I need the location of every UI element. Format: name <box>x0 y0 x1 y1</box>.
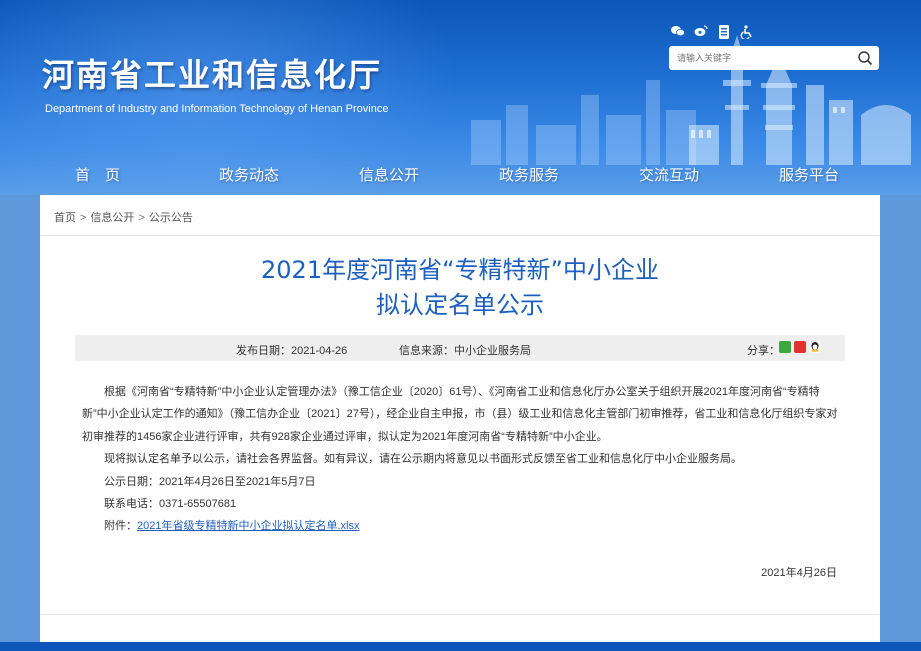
publish-date: 发布日期：2021-04-26 <box>236 345 348 357</box>
attachment-link[interactable]: 2021年省级专精特新中小企业拟认定名单.xlsx <box>137 520 359 532</box>
mobile-app-icon[interactable] <box>716 25 732 39</box>
wechat-icon[interactable] <box>670 25 686 39</box>
attachment-label: 附件： <box>104 520 137 533</box>
publicity-period: 公示日期：2021年4月26日至2021年5月7日 <box>104 475 316 488</box>
article-title-line2: 拟认定名单公示 <box>376 291 544 319</box>
article-title: 2021年度河南省“专精特新”中小企业 拟认定名单公示 <box>40 253 880 323</box>
nav-item-news[interactable]: 政务动态 <box>219 164 279 185</box>
share-icons <box>779 341 821 353</box>
contact-phone: 联系电话：0371-65507681 <box>104 498 237 511</box>
weibo-share-icon[interactable] <box>794 341 806 353</box>
breadcrumb-info-disclosure[interactable]: 信息公开 <box>90 212 134 224</box>
search-box <box>669 46 879 70</box>
article-meta-bar: 发布日期：2021-04-26 信息来源：中小企业服务局 分享： <box>75 335 845 361</box>
info-source: 信息来源：中小企业服务局 <box>399 345 531 357</box>
paragraph: 现将拟认定名单予以公示，请社会各界监督。如有异议，请在公示期内将意见以书面形式反… <box>104 453 742 466</box>
breadcrumb: 首页 > 信息公开 > 公示公告 <box>54 209 193 225</box>
nav-item-services[interactable]: 政务服务 <box>499 164 559 185</box>
site-header: 河南省工业和信息化厅 Department of Industry and In… <box>0 0 921 195</box>
accessibility-icon[interactable] <box>739 25 755 41</box>
nav-item-interaction[interactable]: 交流互动 <box>639 164 699 185</box>
article-body: 根据《河南省“专精特新”中小企业认定管理办法》（豫工信企业〔2020〕61号）、… <box>82 381 844 538</box>
site-title[interactable]: 河南省工业和信息化厅 <box>42 50 382 96</box>
site-subtitle: Department of Industry and Information T… <box>45 103 389 115</box>
main-nav: 首 页 政务动态 信息公开 政务服务 交流互动 服务平台 <box>0 160 921 192</box>
card-divider <box>40 614 880 615</box>
paragraph: 根据《河南省“专精特新”中小企业认定管理办法》（豫工信企业〔2020〕61号）、… <box>82 386 838 443</box>
nav-item-info-disclosure[interactable]: 信息公开 <box>359 164 419 185</box>
breadcrumb-separator: > <box>80 212 87 224</box>
breadcrumb-divider <box>40 235 880 236</box>
weibo-icon[interactable] <box>693 25 709 39</box>
breadcrumb-separator: > <box>138 212 145 224</box>
signature-date: 2021年4月26日 <box>761 567 837 579</box>
share-label: 分享： <box>747 345 780 357</box>
article-title-line1: 2021年度河南省“专精特新”中小企业 <box>261 256 659 284</box>
footer-bar <box>0 642 921 651</box>
nav-item-service-platform[interactable]: 服务平台 <box>779 164 839 185</box>
breadcrumb-home[interactable]: 首页 <box>54 212 76 224</box>
search-input[interactable] <box>677 50 847 66</box>
search-icon[interactable] <box>857 50 873 66</box>
utility-icons <box>670 25 755 41</box>
nav-item-home[interactable]: 首 页 <box>75 164 120 185</box>
qq-share-icon[interactable] <box>809 341 821 353</box>
article-card: 首页 > 信息公开 > 公示公告 2021年度河南省“专精特新”中小企业 拟认定名单公示… <box>40 195 880 651</box>
wechat-share-icon[interactable] <box>779 341 791 353</box>
breadcrumb-announcements[interactable]: 公示公告 <box>149 212 193 224</box>
attachment: 附件：2021年省级专精特新中小企业拟认定名单.xlsx <box>82 515 844 537</box>
